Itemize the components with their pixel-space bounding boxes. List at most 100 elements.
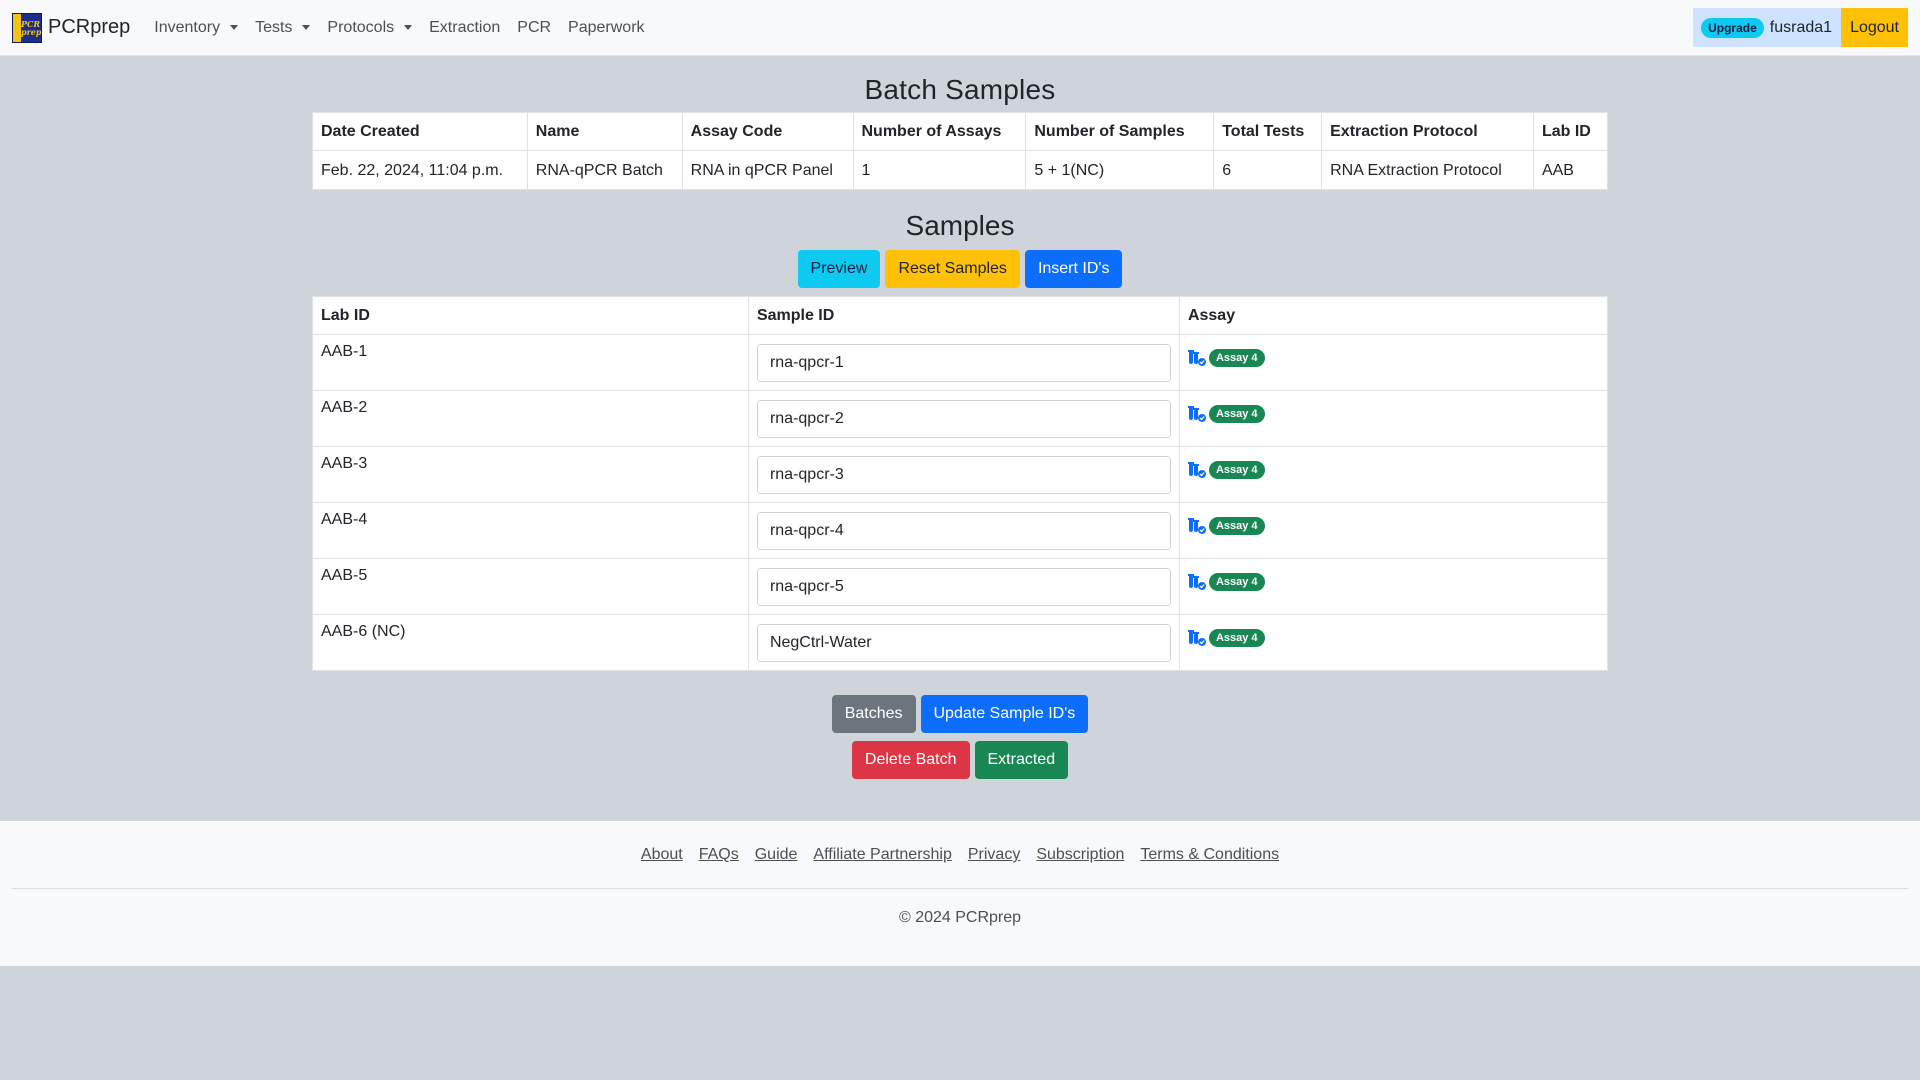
nav-extraction[interactable]: Extraction <box>429 19 500 37</box>
sample-id-cell <box>747 390 1180 447</box>
actions-row-2: Delete Batch Extracted <box>851 741 1069 779</box>
sample-id-cell <box>747 614 1180 671</box>
sample-id-input[interactable] <box>756 400 1171 438</box>
samples-header-row: Lab ID Sample ID Assay <box>312 296 1609 335</box>
footer-link-faqs[interactable]: FAQs <box>699 846 739 864</box>
logout-button[interactable]: Logout <box>1841 8 1908 47</box>
sample-id-cell <box>747 502 1180 559</box>
assay-wrap: Assay 4 <box>1187 629 1599 647</box>
samples-table: Lab ID Sample ID Assay AAB-1Assay 4AAB-2… <box>312 296 1609 671</box>
assay-cell: Assay 4 <box>1178 614 1609 671</box>
user-box[interactable]: Upgrade fusrada1 <box>1693 8 1842 47</box>
preview-button[interactable]: Preview <box>797 250 881 288</box>
pcrprep-logo-icon: PCR prep <box>12 12 42 43</box>
samples-toolbar: Preview Reset Samples Insert ID's <box>312 250 1608 288</box>
nav-left: PCR prep PCRprep Inventory Tests Protocol… <box>0 0 662 55</box>
reset-samples-button[interactable]: Reset Samples <box>885 250 1020 288</box>
nav-inventory[interactable]: Inventory <box>154 18 239 37</box>
sample-id-input[interactable] <box>756 568 1171 606</box>
assay-wrap: Assay 4 <box>1187 573 1599 591</box>
sample-id-input[interactable] <box>756 456 1171 494</box>
bottom-actions: Batches Update Sample ID's Delete Batch … <box>312 695 1608 779</box>
sample-id-cell <box>747 446 1180 503</box>
cell-total-tests: 6 <box>1213 150 1323 190</box>
sample-lab-id: AAB-3 <box>312 446 749 503</box>
table-row: Feb. 22, 2024, 11:04 p.m. RNA-qPCR Batch… <box>312 150 1609 190</box>
sample-id-input[interactable] <box>756 344 1171 382</box>
footer-link-subscription[interactable]: Subscription <box>1036 846 1124 864</box>
assay-cell: Assay 4 <box>1178 390 1609 447</box>
test-tubes-icon[interactable] <box>1187 462 1207 478</box>
assay-badge: Assay 4 <box>1208 629 1265 647</box>
footer-link-affiliate[interactable]: Affiliate Partnership <box>813 846 951 864</box>
footer: About FAQs Guide Affiliate Partnership P… <box>0 821 1920 966</box>
upgrade-badge[interactable]: Upgrade <box>1701 17 1764 38</box>
nav-protocols[interactable]: Protocols <box>327 19 413 37</box>
table-row: AAB-3 Assay 4 <box>312 446 1609 503</box>
sample-id-input[interactable] <box>756 512 1171 550</box>
caret-down-icon <box>230 25 239 30</box>
page-title: Batch Samples <box>864 74 1056 105</box>
caret-down-icon <box>302 25 311 30</box>
extracted-button[interactable]: Extracted <box>974 741 1069 779</box>
test-tubes-icon[interactable] <box>1187 630 1207 646</box>
sample-lab-id: AAB-1 <box>312 334 749 391</box>
sample-id-input[interactable] <box>756 624 1171 662</box>
main-content: Batch Samples Date Created Name Assay Co… <box>312 74 1609 779</box>
cell-number-of-samples: 5 + 1(NC) <box>1025 150 1215 190</box>
sample-lab-id: AAB-6 (NC) <box>312 614 749 671</box>
sample-id-cell <box>747 558 1180 615</box>
assay-cell: Assay 4 <box>1178 502 1609 559</box>
col-lab-id: Lab ID <box>1532 112 1609 151</box>
assay-cell: Assay 4 <box>1178 334 1609 391</box>
test-tubes-icon[interactable] <box>1187 574 1207 590</box>
test-tubes-icon[interactable] <box>1187 350 1207 366</box>
cell-lab-id: AAB <box>1532 150 1609 190</box>
nav-pcr-label: PCR <box>517 18 552 36</box>
nav-inventory-label: Inventory <box>154 18 221 36</box>
col-total-tests: Total Tests <box>1213 112 1323 151</box>
update-sample-ids-button[interactable]: Update Sample ID's <box>920 695 1089 733</box>
assay-badge: Assay 4 <box>1208 573 1265 591</box>
nav-pcr[interactable]: PCR <box>517 19 551 37</box>
table-row: AAB-5 Assay 4 <box>312 558 1609 615</box>
footer-link-guide[interactable]: Guide <box>755 846 798 864</box>
batches-button[interactable]: Batches <box>831 695 916 733</box>
assay-wrap: Assay 4 <box>1187 461 1599 479</box>
cell-extraction-protocol: RNA Extraction Protocol <box>1321 150 1534 190</box>
sample-lab-id: AAB-4 <box>312 502 749 559</box>
sample-lab-id: AAB-5 <box>312 558 749 615</box>
nav-tests-label: Tests <box>255 18 293 36</box>
footer-link-terms[interactable]: Terms & Conditions <box>1140 846 1279 864</box>
sample-id-cell <box>747 334 1180 391</box>
copyright: © 2024 PCRprep <box>898 909 1022 926</box>
nav-paperwork[interactable]: Paperwork <box>568 19 644 37</box>
col-extraction-protocol: Extraction Protocol <box>1321 112 1534 151</box>
test-tubes-icon[interactable] <box>1187 518 1207 534</box>
table-row: AAB-1 Assay 4 <box>312 334 1609 391</box>
assay-cell: Assay 4 <box>1178 446 1609 503</box>
table-row: AAB-4 Assay 4 <box>312 502 1609 559</box>
nav-tests[interactable]: Tests <box>255 18 311 37</box>
footer-link-about[interactable]: About <box>641 846 683 864</box>
assay-badge: Assay 4 <box>1208 349 1265 367</box>
nav-paperwork-label: Paperwork <box>568 18 645 36</box>
cell-name: RNA-qPCR Batch <box>526 150 683 190</box>
cell-date-created: Feb. 22, 2024, 11:04 p.m. <box>312 150 528 190</box>
footer-link-privacy[interactable]: Privacy <box>968 846 1020 864</box>
assay-badge: Assay 4 <box>1208 517 1265 535</box>
username: fusrada1 <box>1769 18 1833 36</box>
test-tubes-icon[interactable] <box>1187 406 1207 422</box>
brand[interactable]: PCR prep PCRprep <box>12 12 130 43</box>
col-assay: Assay <box>1178 296 1609 335</box>
delete-batch-button[interactable]: Delete Batch <box>851 741 970 779</box>
col-assay-code: Assay Code <box>681 112 854 151</box>
top-navbar: PCR prep PCRprep Inventory Tests Protocol… <box>0 0 1920 56</box>
table-row: AAB-2 Assay 4 <box>312 390 1609 447</box>
col-number-of-assays: Number of Assays <box>852 112 1027 151</box>
assay-cell: Assay 4 <box>1178 558 1609 615</box>
insert-ids-button[interactable]: Insert ID's <box>1024 250 1123 288</box>
samples-title: Samples <box>905 210 1015 241</box>
table-row: AAB-6 (NC) Assay 4 <box>312 614 1609 671</box>
col-number-of-samples: Number of Samples <box>1025 112 1215 151</box>
